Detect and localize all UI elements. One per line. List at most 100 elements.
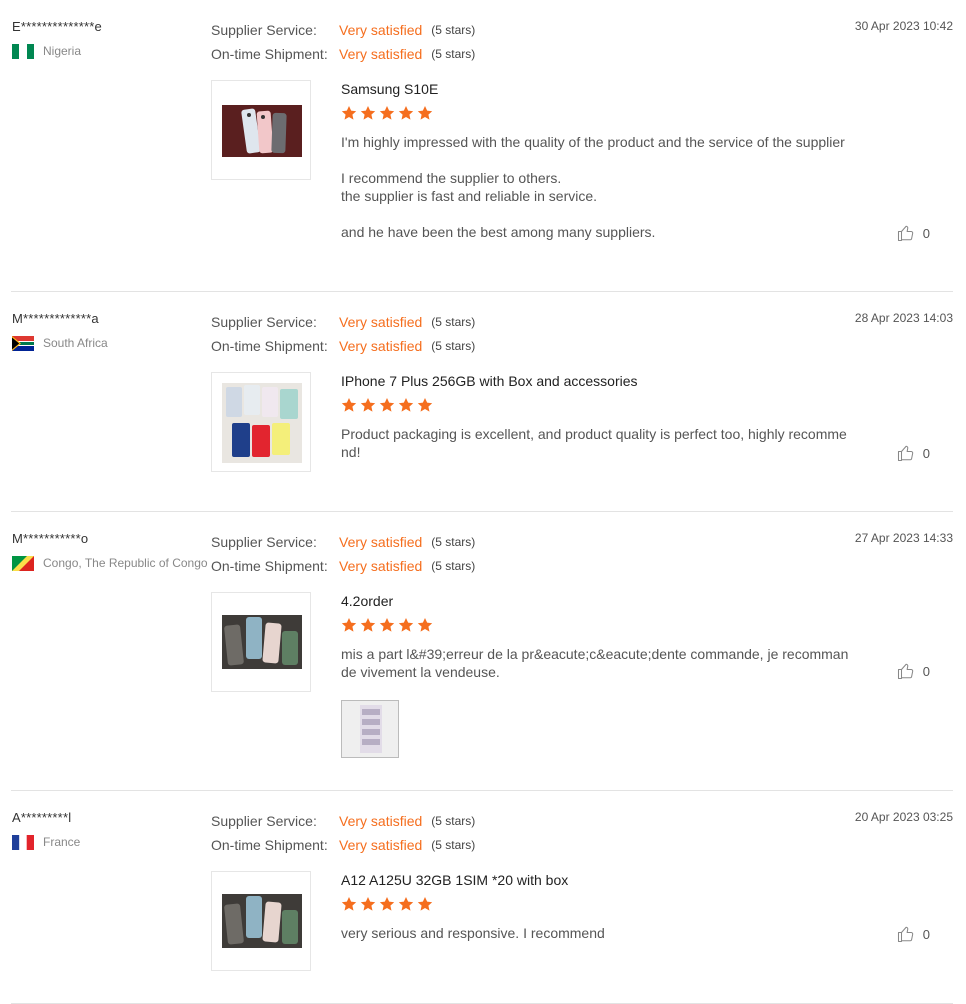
- supplier-service-value: Very satisfied: [339, 22, 423, 38]
- review-date: 27 Apr 2023 14:33: [854, 531, 953, 545]
- review-text-line: and he have been the best among many sup…: [341, 224, 656, 240]
- buyer-country: Nigeria: [12, 43, 207, 59]
- buyer-country: France: [12, 834, 207, 850]
- product-name[interactable]: IPhone 7 Plus 256GB with Box and accesso…: [341, 371, 841, 391]
- shipment-value: Very satisfied: [339, 46, 423, 62]
- buyer-info: M***********o Congo, The Republic of Con…: [12, 530, 208, 571]
- shipment-stars: (5 stars): [431, 339, 476, 353]
- thumbs-up-icon: [897, 225, 913, 242]
- like-count: 0: [922, 926, 930, 942]
- star-icon: [341, 106, 357, 120]
- star-rating: [341, 617, 841, 637]
- thumbs-up-icon: [897, 445, 913, 462]
- review-text: I'm highly impressed with the quality of…: [341, 133, 845, 241]
- product-name[interactable]: A12 A125U 32GB 1SIM *20 with box: [341, 870, 841, 890]
- supplier-service-label: Supplier Service:: [211, 534, 317, 550]
- shipment-label: On-time Shipment:: [211, 558, 328, 574]
- review-text: very serious and responsive. I recommend: [341, 924, 841, 942]
- star-icon: [417, 106, 433, 120]
- review-text-line: very serious and responsive. I recommend: [341, 925, 605, 941]
- review-date: 30 Apr 2023 10:42: [854, 19, 953, 33]
- thumbs-up-icon: [897, 663, 913, 680]
- shipment-stars: (5 stars): [431, 559, 476, 573]
- buyer-info: M*************a South Africa: [12, 310, 207, 351]
- supplier-service-stars: (5 stars): [431, 315, 476, 329]
- product-name[interactable]: Samsung S10E: [341, 79, 841, 99]
- star-icon: [360, 618, 376, 632]
- review-content: IPhone 7 Plus 256GB with Box and accesso…: [341, 371, 847, 461]
- star-icon: [398, 398, 414, 412]
- congo-flag-icon: [12, 555, 34, 571]
- shipment-label: On-time Shipment:: [211, 338, 328, 354]
- star-rating: [341, 397, 841, 417]
- star-icon: [360, 398, 376, 412]
- review-content: Samsung S10E I'm highly impressed with t…: [341, 79, 845, 241]
- supplier-service-rating: Supplier Service: Very satisfied (5 star…: [211, 310, 475, 334]
- review-text: Product packaging is excellent, and prod…: [341, 425, 847, 461]
- star-icon: [417, 618, 433, 632]
- supplier-service-stars: (5 stars): [431, 814, 476, 828]
- star-icon: [398, 106, 414, 120]
- like-button[interactable]: 0: [897, 925, 930, 943]
- country-name: Congo, The Republic of Congo: [43, 556, 208, 570]
- supplier-service-stars: (5 stars): [431, 23, 476, 37]
- shipment-rating: On-time Shipment: Very satisfied (5 star…: [211, 42, 475, 66]
- shipment-value: Very satisfied: [339, 338, 423, 354]
- review-item: M***********o Congo, The Republic of Con…: [11, 512, 953, 791]
- reviews-list: E**************e Nigeria Supplier Servic…: [0, 0, 966, 1004]
- review-item: E**************e Nigeria Supplier Servic…: [11, 0, 953, 292]
- review-text-line: de vivement la vendeuse.: [341, 664, 500, 680]
- review-text-line: I'm highly impressed with the quality of…: [341, 134, 845, 150]
- supplier-service-rating: Supplier Service: Very satisfied (5 star…: [211, 809, 475, 833]
- buyer-info: E**************e Nigeria: [12, 18, 207, 59]
- nigeria-flag-icon: [12, 43, 34, 59]
- star-icon: [379, 897, 395, 911]
- shipment-value: Very satisfied: [339, 558, 423, 574]
- ratings: Supplier Service: Very satisfied (5 star…: [211, 18, 475, 66]
- buyer-info: A*********l France: [12, 809, 207, 850]
- ratings: Supplier Service: Very satisfied (5 star…: [211, 310, 475, 358]
- south-africa-flag-icon: [12, 335, 34, 351]
- product-thumbnail[interactable]: [211, 372, 311, 472]
- star-icon: [398, 618, 414, 632]
- star-rating: [341, 105, 841, 125]
- product-image: [222, 105, 302, 157]
- ratings: Supplier Service: Very satisfied (5 star…: [211, 530, 475, 578]
- review-item: A*********l France Supplier Service: Ver…: [11, 791, 953, 1004]
- review-content: 4.2order mis a part l&#39;erreur de la p…: [341, 591, 849, 681]
- star-icon: [398, 897, 414, 911]
- supplier-service-value: Very satisfied: [339, 813, 423, 829]
- product-thumbnail[interactable]: [211, 871, 311, 971]
- buyer-name: M*************a: [12, 311, 99, 326]
- buyer-name: M***********o: [12, 531, 89, 546]
- product-name[interactable]: 4.2order: [341, 591, 841, 611]
- product-image: [222, 894, 302, 948]
- review-attachment-image[interactable]: [341, 700, 399, 758]
- thumbs-up-icon: [897, 926, 913, 943]
- star-rating: [341, 896, 841, 916]
- like-button[interactable]: 0: [897, 224, 930, 242]
- star-icon: [341, 897, 357, 911]
- attachment-image: [342, 701, 398, 757]
- review-text-line: I recommend the supplier to others.: [341, 170, 562, 186]
- like-button[interactable]: 0: [897, 444, 930, 462]
- like-button[interactable]: 0: [897, 662, 930, 680]
- review-text-line: nd!: [341, 444, 361, 460]
- star-icon: [341, 618, 357, 632]
- like-count: 0: [922, 663, 930, 679]
- star-icon: [417, 398, 433, 412]
- review-item: M*************a South Africa Supplier Se…: [11, 292, 953, 512]
- france-flag-icon: [12, 834, 34, 850]
- review-content: A12 A125U 32GB 1SIM *20 with box very se…: [341, 870, 841, 942]
- shipment-label: On-time Shipment:: [211, 46, 328, 62]
- shipment-stars: (5 stars): [431, 838, 476, 852]
- ratings: Supplier Service: Very satisfied (5 star…: [211, 809, 475, 857]
- product-thumbnail[interactable]: [211, 592, 311, 692]
- product-thumbnail[interactable]: [211, 80, 311, 180]
- shipment-value: Very satisfied: [339, 837, 423, 853]
- star-icon: [360, 106, 376, 120]
- shipment-rating: On-time Shipment: Very satisfied (5 star…: [211, 554, 475, 578]
- review-date: 20 Apr 2023 03:25: [854, 810, 953, 824]
- review-text-line: mis a part l&#39;erreur de la pr&eacute;…: [341, 646, 849, 662]
- supplier-service-rating: Supplier Service: Very satisfied (5 star…: [211, 18, 475, 42]
